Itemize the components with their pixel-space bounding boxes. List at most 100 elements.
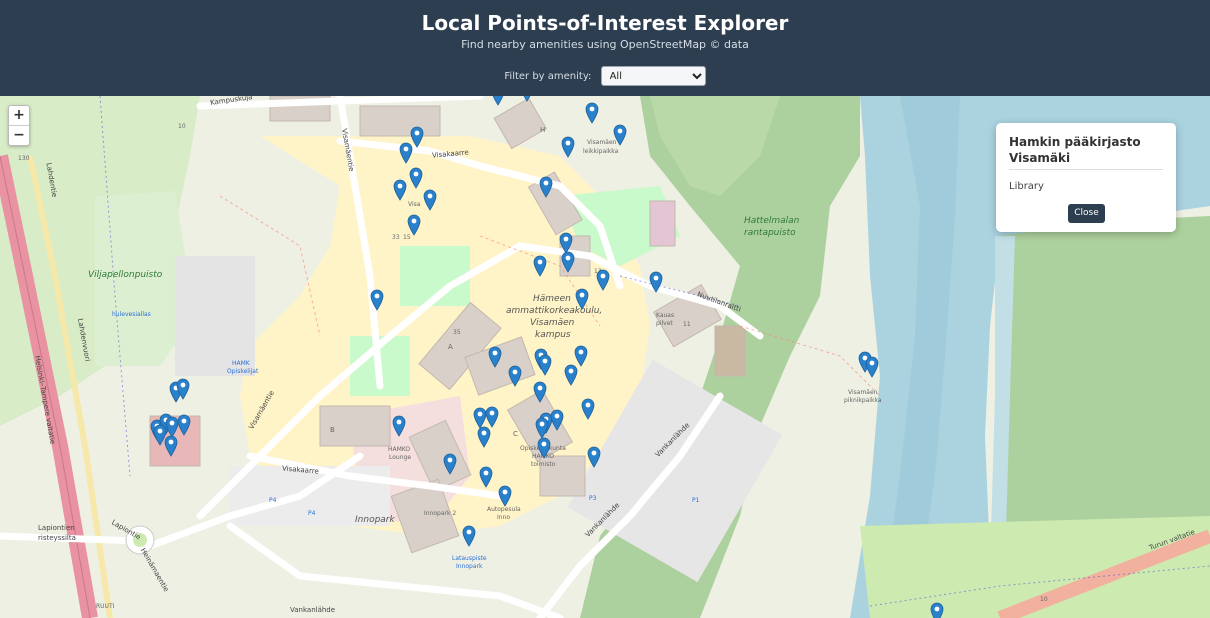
poi-marker[interactable] [164, 435, 178, 457]
label-p3: P3 [589, 495, 597, 502]
poi-marker[interactable] [443, 453, 457, 475]
popup-divider [1009, 169, 1163, 170]
label-opiskelijakunta-3: toimisto [531, 461, 556, 468]
poi-marker[interactable] [585, 102, 599, 124]
poi-marker[interactable] [550, 409, 564, 431]
label-letter-c: C [513, 430, 518, 438]
filter-row: Filter by amenity: All [0, 66, 1210, 86]
map-pin-icon [561, 136, 575, 158]
app-header: Local Points-of-Interest Explorer Find n… [0, 0, 1210, 96]
map-pin-icon [479, 466, 493, 488]
map-pin-icon [533, 381, 547, 403]
label-number-11: 11 [683, 321, 691, 328]
poi-marker[interactable] [479, 466, 493, 488]
map-pin-icon [498, 485, 512, 507]
poi-marker[interactable] [535, 417, 549, 439]
filter-label: Filter by amenity: [504, 70, 592, 82]
label-visa: Visa [408, 201, 421, 208]
label-hamk-3: Visamäen [530, 318, 575, 328]
poi-marker[interactable] [409, 167, 423, 189]
poi-marker[interactable] [423, 189, 437, 211]
map-pin-icon [550, 409, 564, 431]
map-pin-icon [523, 96, 531, 102]
label-leikkipaikka-2: leikkipaikka [583, 148, 619, 155]
label-p4a: P4 [269, 497, 277, 504]
poi-marker[interactable] [508, 365, 522, 387]
page-subtitle: Find nearby amenities using OpenStreetMa… [461, 38, 749, 51]
map-pin-icon [176, 378, 190, 400]
map-pin-icon [587, 446, 601, 468]
poi-marker[interactable] [393, 179, 407, 201]
label-latauspiste-1: Latauspiste [452, 555, 487, 562]
map-pin-icon [177, 414, 191, 436]
map-pin-icon [538, 354, 552, 376]
popup-title: Hamkin pääkirjasto Visamäki [1009, 135, 1141, 165]
poi-marker[interactable] [392, 415, 406, 437]
map-pin-icon [930, 602, 944, 618]
poi-marker[interactable] [370, 289, 384, 311]
label-kauas-pilvet-2: pilvet [656, 320, 673, 327]
label-number-10a: 10 [178, 123, 186, 130]
map-pin-icon [477, 426, 491, 448]
map-pin-icon [537, 437, 551, 459]
label-lapiontien-1: Lapiontien [38, 524, 75, 532]
poi-marker[interactable] [477, 426, 491, 448]
poi-marker[interactable] [581, 398, 595, 420]
zoom-in-button[interactable]: + [9, 106, 29, 126]
poi-marker[interactable] [488, 346, 502, 368]
poi-marker[interactable] [649, 271, 663, 293]
map-pin-icon [485, 406, 499, 428]
map-pin-icon [508, 365, 522, 387]
map-pin-icon [462, 525, 476, 547]
map-pin-icon [649, 271, 663, 293]
label-hamko-lounge-2: Lounge [389, 454, 412, 461]
zoom-out-button[interactable]: − [9, 126, 29, 145]
poi-marker[interactable] [538, 354, 552, 376]
map-pin-icon [575, 288, 589, 310]
amenity-filter-select[interactable]: All [600, 66, 706, 86]
poi-marker[interactable] [561, 251, 575, 273]
poi-marker[interactable] [485, 406, 499, 428]
map-pin-icon [561, 251, 575, 273]
poi-marker[interactable] [537, 437, 551, 459]
poi-marker[interactable] [533, 381, 547, 403]
poi-marker[interactable] [407, 214, 421, 236]
page-title: Local Points-of-Interest Explorer [421, 11, 789, 35]
poi-marker[interactable] [520, 96, 534, 102]
poi-marker[interactable] [564, 364, 578, 386]
map-pin-icon [409, 167, 423, 189]
poi-marker[interactable] [491, 96, 505, 106]
label-viljapellonpuisto: Viljapellonpuisto [88, 270, 163, 280]
label-piknikpaikka-1: Visamäen [848, 389, 878, 396]
poi-marker[interactable] [533, 255, 547, 277]
poi-marker[interactable] [498, 485, 512, 507]
poi-marker[interactable] [176, 378, 190, 400]
poi-marker[interactable] [462, 525, 476, 547]
label-hattelmalan-2: rantapuisto [744, 228, 796, 238]
label-letter-a: A [448, 343, 453, 351]
poi-marker[interactable] [561, 136, 575, 158]
map-pin-icon [865, 356, 879, 378]
poi-marker[interactable] [575, 288, 589, 310]
map-pin-icon [613, 124, 627, 146]
map-pin-icon [399, 142, 413, 164]
poi-marker[interactable] [613, 124, 627, 146]
poi-marker[interactable] [177, 414, 191, 436]
poi-marker[interactable] [587, 446, 601, 468]
poi-marker[interactable] [865, 356, 879, 378]
label-letter-b: B [330, 426, 335, 434]
map-pin-icon [392, 415, 406, 437]
map-pin-icon [585, 102, 599, 124]
zoom-control: + − [8, 105, 30, 146]
popup-close-button[interactable]: Close [1068, 204, 1105, 223]
poi-marker[interactable] [930, 602, 944, 618]
label-hamk-1: Hämeen [533, 294, 571, 304]
map-pin-icon [581, 398, 595, 420]
map-pin-icon [535, 417, 549, 439]
poi-marker[interactable] [596, 269, 610, 291]
label-hattelmalan-1: Hattelmalan [744, 216, 800, 226]
poi-marker[interactable] [399, 142, 413, 164]
map-pin-icon [539, 176, 553, 198]
poi-marker[interactable] [539, 176, 553, 198]
label-ruuti: RUUTI [96, 603, 115, 610]
